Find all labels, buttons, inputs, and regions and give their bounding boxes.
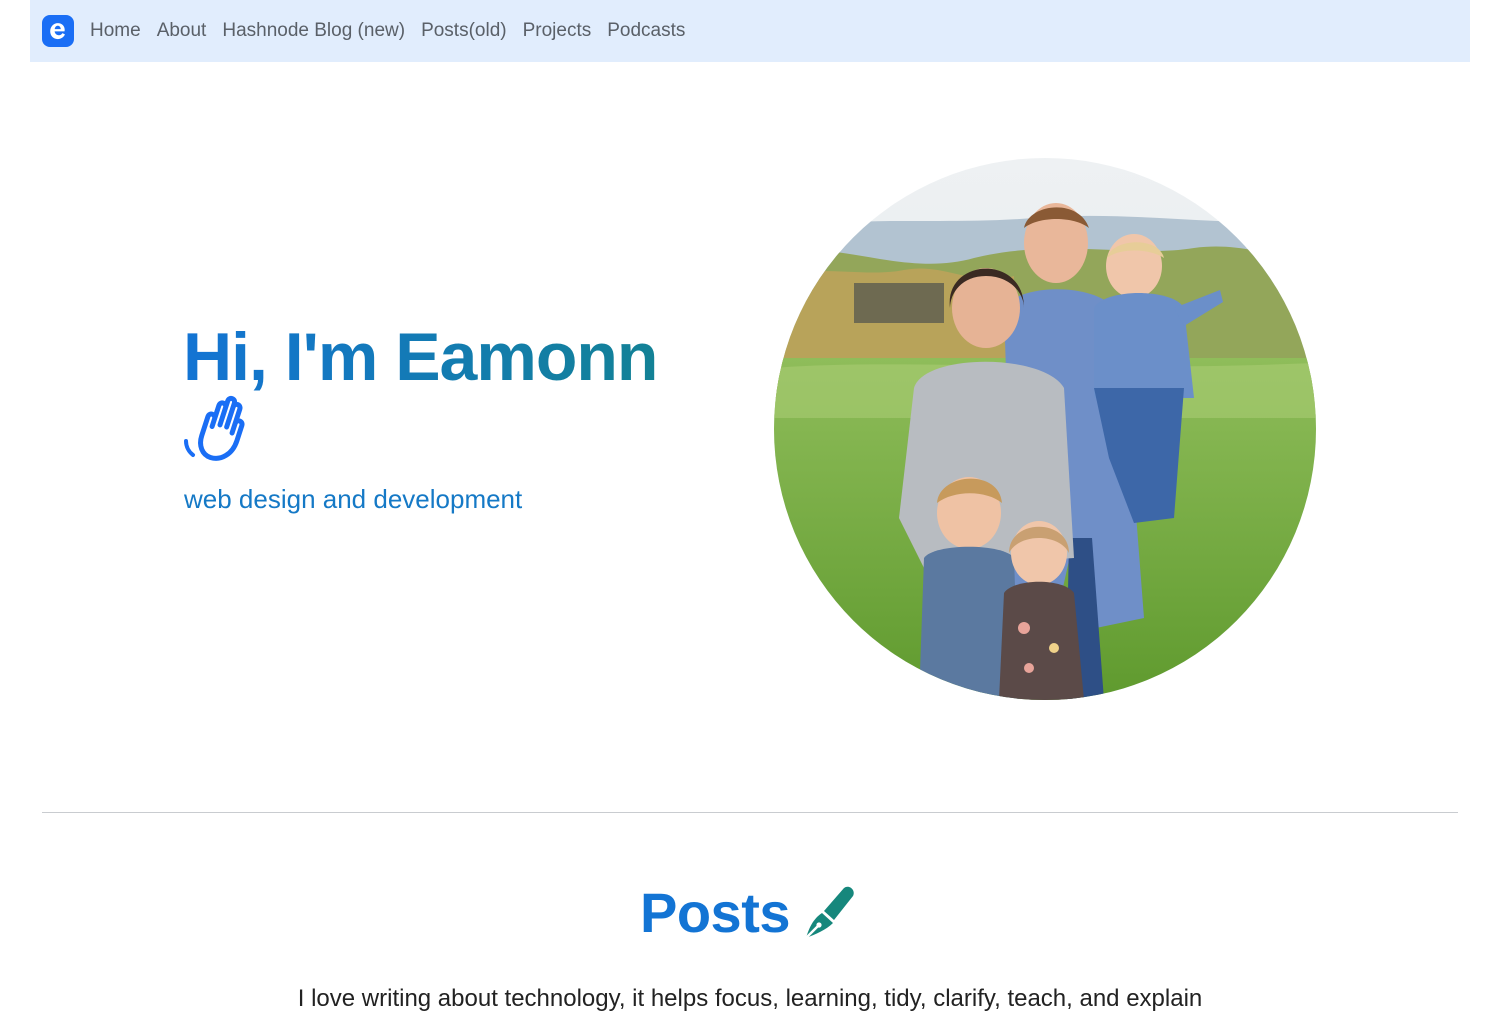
fountain-pen-icon [804, 886, 854, 939]
posts-title: Posts [640, 881, 791, 944]
nav-link-hashnode-blog[interactable]: Hashnode Blog (new) [222, 20, 405, 42]
nav-link-about[interactable]: About [157, 20, 207, 42]
brand-logo-icon[interactable] [42, 15, 74, 47]
hero-title: Hi, I'm Eamonn [183, 318, 743, 396]
nav-links: Home About Hashnode Blog (new) Posts(old… [90, 20, 701, 42]
nav-link-home[interactable]: Home [90, 20, 141, 42]
posts-heading: Posts [0, 880, 1500, 945]
family-photo [774, 158, 1316, 700]
nav-link-podcasts[interactable]: Podcasts [607, 20, 685, 42]
nav-link-posts-old[interactable]: Posts(old) [421, 20, 507, 42]
waving-hand-icon [183, 391, 257, 465]
nav-link-projects[interactable]: Projects [523, 20, 592, 42]
navbar: Home About Hashnode Blog (new) Posts(old… [30, 0, 1470, 62]
hero-subtitle: web design and development [184, 484, 523, 514]
posts-intro-text: I love writing about technology, it help… [297, 985, 1203, 1012]
section-divider [42, 812, 1458, 813]
